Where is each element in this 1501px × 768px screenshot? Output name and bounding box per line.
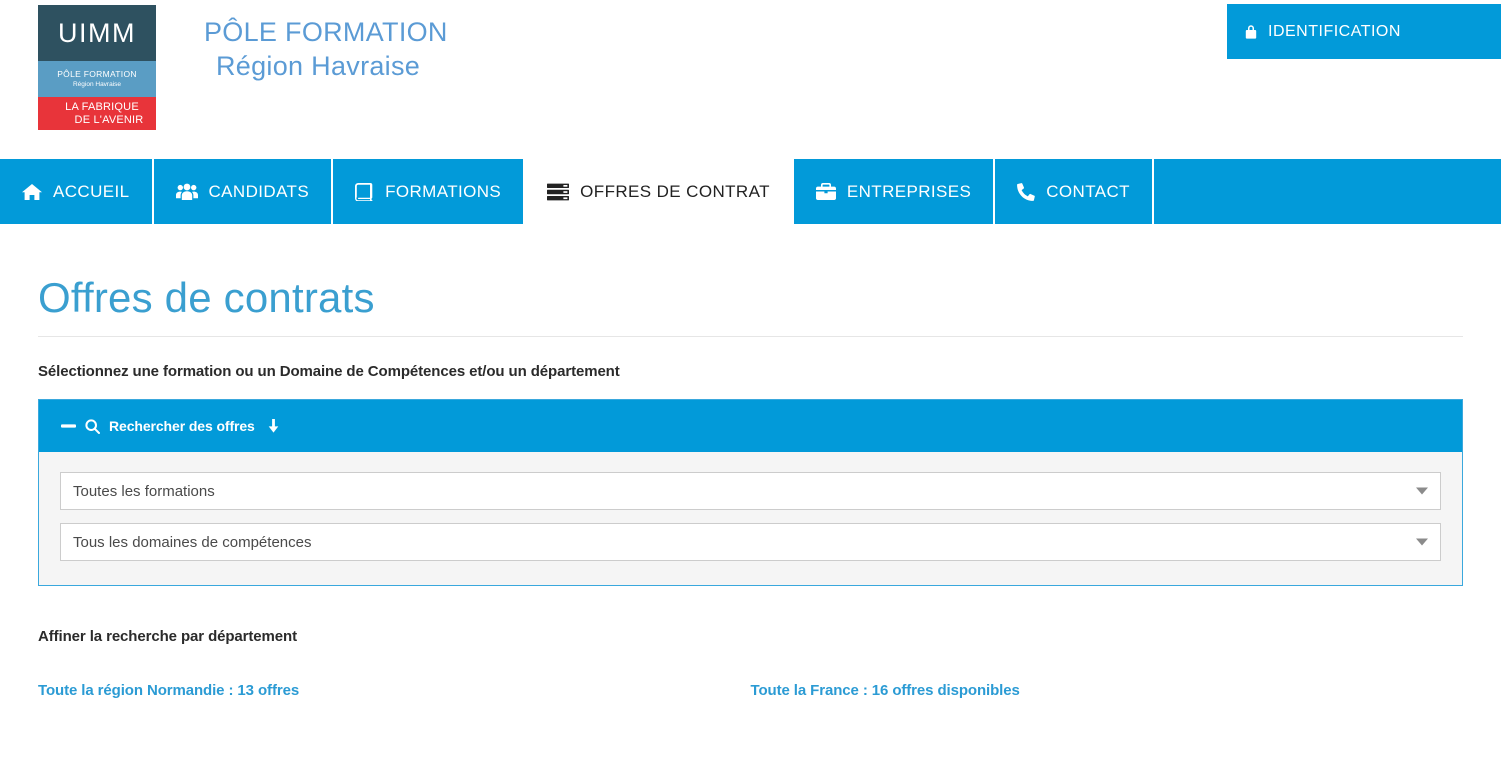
nav-item-entreprises[interactable]: ENTREPRISES: [793, 159, 996, 224]
search-panel-body: Toutes les formations Tous les domaines …: [39, 452, 1462, 585]
site-header: UIMM PÔLE FORMATION Région Havraise LA F…: [0, 0, 1501, 159]
logo-bottom-band: LA FABRIQUE DE L'AVENIR: [38, 97, 156, 130]
identification-label: IDENTIFICATION: [1268, 22, 1401, 40]
page-content: Offres de contrats Sélectionnez une form…: [0, 224, 1501, 700]
brand-title-line2: Région Havraise: [216, 51, 421, 82]
main-navigation: ACCUEIL CANDIDATS FORMATIONS OFFRES DE C…: [0, 159, 1501, 224]
logo-mid-band: PÔLE FORMATION Région Havraise: [38, 61, 156, 97]
title-divider: [38, 336, 1463, 337]
brand-title: PÔLE FORMATION Région Havraise: [204, 5, 448, 83]
nav-spacer: [1153, 159, 1501, 224]
nav-label-offres-de-contrat: OFFRES DE CONTRAT: [580, 181, 770, 201]
logo-region-text: Région Havraise: [72, 80, 122, 88]
users-icon: [175, 183, 198, 201]
phone-icon: [1017, 182, 1036, 201]
formations-select-value: Toutes les formations: [73, 482, 215, 500]
formations-select[interactable]: Toutes les formations: [60, 472, 1441, 510]
department-links: Toute la région Normandie : 13 offres To…: [38, 682, 1463, 700]
nav-item-offres-de-contrat[interactable]: OFFRES DE CONTRAT: [525, 159, 794, 224]
nav-label-formations: FORMATIONS: [385, 181, 502, 201]
identification-button[interactable]: IDENTIFICATION: [1227, 4, 1501, 59]
caret-down-icon: [1416, 487, 1428, 495]
domaines-select-row: Tous les domaines de compétences: [60, 523, 1441, 561]
brand-title-line1: PÔLE FORMATION: [204, 17, 448, 47]
nav-item-formations[interactable]: FORMATIONS: [333, 159, 526, 224]
logo-fabrique-line2: DE L'AVENIR: [74, 113, 144, 126]
nav-label-accueil: ACCUEIL: [53, 181, 130, 201]
department-links-col-left: Toute la région Normandie : 13 offres: [38, 682, 751, 700]
logo-uimm-text: UIMM: [58, 17, 136, 48]
selection-instruction: Sélectionnez une formation ou un Domaine…: [38, 363, 620, 380]
nav-item-accueil[interactable]: ACCUEIL: [0, 159, 154, 224]
minus-icon[interactable]: [61, 419, 76, 433]
arrow-down-icon: [267, 419, 280, 433]
nav-item-candidats[interactable]: CANDIDATS: [153, 159, 334, 224]
caret-down-icon: [1416, 538, 1428, 546]
home-icon: [22, 183, 42, 201]
domaines-select[interactable]: Tous les domaines de compétences: [60, 523, 1441, 561]
search-icon: [85, 418, 100, 434]
department-links-col-right: Toute la France : 16 offres disponibles: [751, 682, 1464, 700]
search-panel-title: Rechercher des offres: [109, 418, 255, 434]
nav-label-entreprises: ENTREPRISES: [846, 181, 972, 201]
page-title: Offres de contrats: [38, 274, 375, 321]
search-offers-panel: Rechercher des offres Toutes les formati…: [38, 399, 1463, 586]
department-filter-label: Affiner la recherche par département: [38, 628, 297, 645]
nav-item-contact[interactable]: CONTACT: [995, 159, 1154, 224]
server-list-icon: [547, 183, 570, 201]
formations-select-row: Toutes les formations: [60, 472, 1441, 510]
logo-fabrique-line1: LA FABRIQUE: [65, 100, 139, 113]
uimm-logo: UIMM PÔLE FORMATION Région Havraise LA F…: [38, 5, 156, 130]
logo-pole-formation-text: PÔLE FORMATION: [57, 68, 137, 79]
link-region-normandie[interactable]: Toute la région Normandie : 13 offres: [38, 682, 299, 699]
lock-icon: [1244, 24, 1258, 40]
logo-top-band: UIMM: [38, 5, 156, 61]
search-panel-header[interactable]: Rechercher des offres: [39, 400, 1462, 452]
briefcase-icon: [815, 182, 836, 201]
nav-label-contact: CONTACT: [1046, 181, 1130, 201]
book-icon: [355, 182, 374, 201]
domaines-select-value: Tous les domaines de compétences: [73, 533, 312, 551]
nav-label-candidats: CANDIDATS: [208, 181, 310, 201]
link-toute-la-france[interactable]: Toute la France : 16 offres disponibles: [751, 682, 1020, 699]
